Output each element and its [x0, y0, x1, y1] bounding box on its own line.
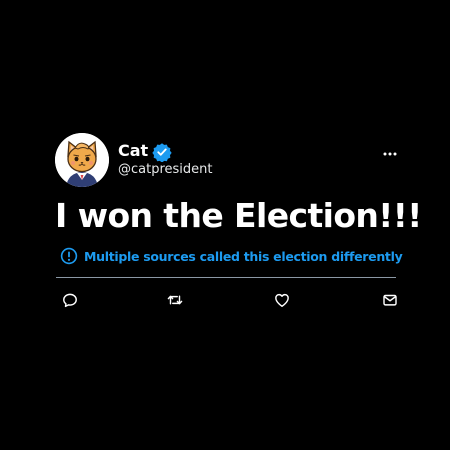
divider: [56, 277, 396, 278]
cat-avatar-icon: [55, 133, 109, 187]
tweet-card: Cat @catpresident I won the Election!!! …: [0, 0, 450, 450]
context-notice[interactable]: Multiple sources called this election di…: [60, 246, 403, 266]
retweet-icon[interactable]: [166, 291, 184, 309]
like-icon[interactable]: [273, 291, 291, 309]
reply-icon[interactable]: [61, 291, 79, 309]
more-options-icon[interactable]: [380, 147, 400, 161]
info-circle-icon: [60, 247, 78, 265]
display-name[interactable]: Cat: [118, 142, 148, 160]
user-handle[interactable]: @catpresident: [118, 162, 213, 178]
tweet-text: I won the Election!!!: [55, 196, 422, 235]
share-icon[interactable]: [381, 291, 399, 309]
verified-badge-icon: [152, 143, 172, 162]
notice-text: Multiple sources called this election di…: [84, 248, 403, 264]
avatar[interactable]: [55, 133, 109, 187]
